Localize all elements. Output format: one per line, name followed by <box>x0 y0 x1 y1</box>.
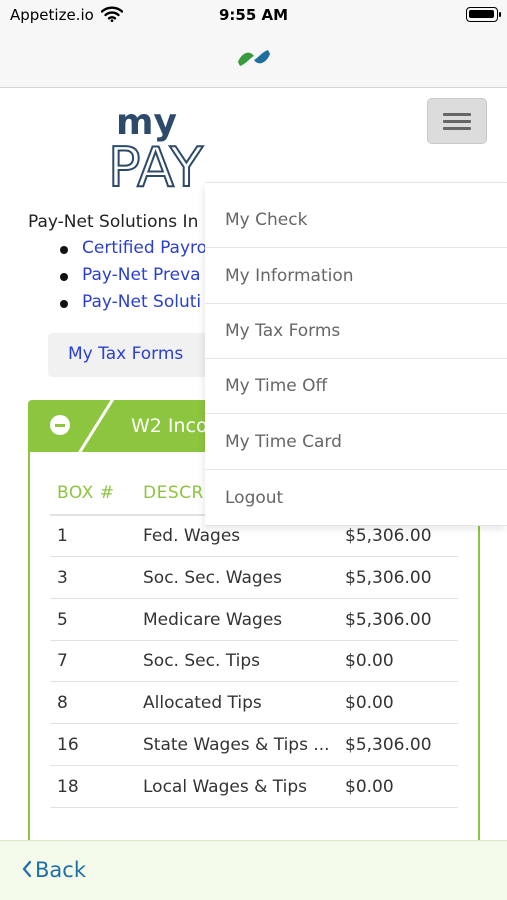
tab-my-tax-forms[interactable]: My Tax Forms <box>48 333 208 377</box>
cell-box: 7 <box>57 651 68 671</box>
panel-title: W2 Inco <box>131 415 208 437</box>
bullet <box>60 246 68 254</box>
table-row: 8 Allocated Tips $0.00 <box>50 683 458 724</box>
menu-item-my-check[interactable]: My Check <box>205 193 507 248</box>
cell-amount: $0.00 <box>345 777 394 797</box>
bottom-toolbar: Back <box>0 840 507 900</box>
cell-description: Allocated Tips <box>143 693 262 713</box>
app-logo-icon <box>238 50 270 66</box>
menu-item-my-information[interactable]: My Information <box>205 249 507 304</box>
menu-item-label: My Time Off <box>225 376 328 396</box>
cell-amount: $5,306.00 <box>345 735 432 755</box>
cell-box: 18 <box>57 777 79 797</box>
bullet <box>60 300 68 308</box>
link-paynet-solutions[interactable]: Pay-Net Soluti <box>82 292 201 312</box>
column-header-description: DESCR <box>143 483 204 503</box>
cell-description: Soc. Sec. Wages <box>143 568 282 588</box>
cell-amount: $0.00 <box>345 693 394 713</box>
hamburger-menu-icon <box>443 113 471 116</box>
back-label: Back <box>35 858 86 882</box>
svg-text:PAY: PAY <box>108 136 204 190</box>
header-divider <box>76 400 115 452</box>
tab-label: My Tax Forms <box>68 344 184 364</box>
menu-item-my-tax-forms[interactable]: My Tax Forms <box>205 304 507 359</box>
menu-item-my-time-card[interactable]: My Time Card <box>205 415 507 470</box>
cell-box: 8 <box>57 693 68 713</box>
cell-description: Soc. Sec. Tips <box>143 651 260 671</box>
cell-amount: $5,306.00 <box>345 568 432 588</box>
collapse-minus-icon[interactable] <box>50 415 70 435</box>
table-row: 7 Soc. Sec. Tips $0.00 <box>50 641 458 682</box>
cell-box: 1 <box>57 526 68 546</box>
cell-description: Fed. Wages <box>143 526 241 546</box>
battery-tip <box>499 12 501 17</box>
menu-item-logout[interactable]: Logout <box>205 471 507 526</box>
menu-item-label: My Check <box>225 210 308 230</box>
cell-box: 5 <box>57 610 68 630</box>
nav-dropdown-menu: My Check My Information My Tax Forms My … <box>205 182 507 526</box>
menu-item-label: Logout <box>225 488 284 508</box>
cell-description: Medicare Wages <box>143 610 283 630</box>
chevron-left-icon <box>22 860 32 878</box>
cell-box: 3 <box>57 568 68 588</box>
menu-item-label: My Information <box>225 266 354 286</box>
company-name: Pay-Net Solutions In <box>28 212 199 232</box>
table-row: 18 Local Wages & Tips $0.00 <box>50 767 458 808</box>
cell-amount: $0.00 <box>345 651 394 671</box>
column-header-box: BOX # <box>57 483 115 503</box>
mypay-logo: my PAY <box>107 104 205 190</box>
back-button[interactable]: Back <box>0 841 110 900</box>
link-certified-payroll[interactable]: Certified Payro <box>82 238 207 258</box>
menu-item-label: My Tax Forms <box>225 321 341 341</box>
nav-bar <box>0 34 507 88</box>
table-row: 5 Medicare Wages $5,306.00 <box>50 600 458 641</box>
bullet <box>60 273 68 281</box>
menu-item-label: My Time Card <box>225 432 342 452</box>
link-paynet-prevailing[interactable]: Pay-Net Preva <box>82 265 201 285</box>
table-row: 3 Soc. Sec. Wages $5,306.00 <box>50 558 458 599</box>
cell-amount: $5,306.00 <box>345 610 432 630</box>
clock: 9:55 AM <box>218 6 289 24</box>
cell-amount: $5,306.00 <box>345 526 432 546</box>
table-row: 16 State Wages & Tips ... $5,306.00 <box>50 725 458 766</box>
menu-item-my-time-off[interactable]: My Time Off <box>205 359 507 414</box>
status-bar: Appetize.io 9:55 AM <box>0 0 507 34</box>
cell-box: 16 <box>57 735 79 755</box>
cell-description: State Wages & Tips ... <box>143 735 330 755</box>
hamburger-menu-button[interactable] <box>427 98 487 144</box>
cell-description: Local Wages & Tips <box>143 777 308 797</box>
battery-icon <box>466 7 498 22</box>
